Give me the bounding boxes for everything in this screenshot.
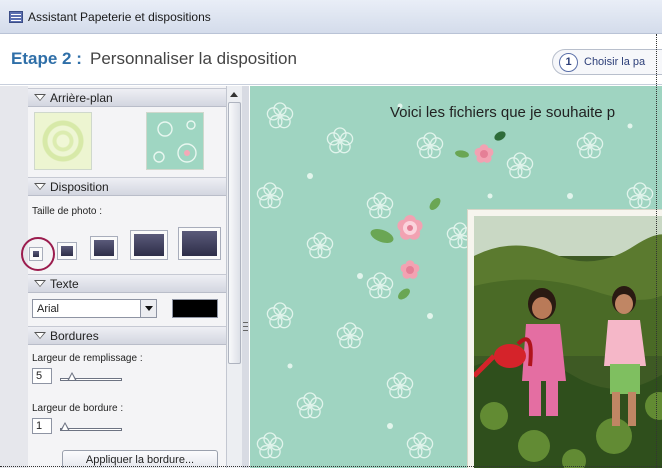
photo-size-label: Taille de photo : — [32, 206, 103, 217]
collapse-triangle-icon — [34, 183, 46, 190]
text-color-swatch[interactable] — [172, 299, 218, 318]
photo-frame[interactable] — [467, 209, 662, 468]
step-header: Etape 2 : Personnaliser la disposition 1… — [0, 35, 662, 85]
border-width-slider-handle[interactable] — [60, 422, 70, 431]
section-text-label: Texte — [50, 277, 79, 291]
section-layout-header[interactable]: Disposition — [28, 177, 226, 196]
fill-width-slider-handle[interactable] — [67, 372, 77, 381]
font-select-value: Arial — [37, 303, 60, 315]
section-borders-label: Bordures — [50, 329, 99, 343]
pink-flower-small — [455, 131, 506, 163]
canvas-headline[interactable]: Voici les fichiers que je souhaite p — [390, 104, 615, 121]
scroll-up-arrow-icon[interactable] — [230, 92, 238, 97]
app-icon — [9, 11, 23, 23]
photo-size-m-button[interactable] — [90, 236, 118, 260]
window-title: Assistant Papeterie et dispositions — [28, 10, 211, 24]
section-borders-header[interactable]: Bordures — [28, 326, 226, 345]
section-text-header[interactable]: Texte — [28, 274, 226, 293]
section-background-header[interactable]: Arrière-plan — [28, 88, 226, 107]
step-label: Etape 2 : — [11, 49, 82, 69]
step-number-label: Etape 2 — [11, 49, 72, 68]
chevron-down-icon[interactable] — [140, 300, 156, 317]
step-title: Personnaliser la disposition — [90, 49, 297, 68]
scrollbar-thumb[interactable] — [228, 102, 241, 364]
photo-size-xl-button[interactable] — [178, 227, 221, 260]
canvas-bottom-guide — [0, 466, 662, 467]
layout-canvas[interactable]: Voici les fichiers que je souhaite p — [250, 86, 662, 468]
garden-photo-image — [474, 216, 662, 468]
splitter-grip-icon — [243, 322, 248, 331]
collapse-triangle-icon — [34, 280, 46, 287]
pink-flower-medium — [398, 260, 420, 300]
border-width-label: Largeur de bordure : — [32, 403, 124, 414]
step-separator: : — [76, 49, 82, 68]
window-title-bar[interactable]: Assistant Papeterie et dispositions — [0, 0, 662, 34]
flower-pattern-icon — [153, 120, 197, 163]
garden-photo[interactable] — [474, 216, 662, 468]
border-width-field[interactable]: 1 — [32, 418, 52, 434]
photo-size-l-button[interactable] — [130, 230, 168, 260]
highlight-circle — [21, 237, 55, 271]
step-number-badge: 1 — [559, 53, 578, 72]
collapse-triangle-icon — [34, 332, 46, 339]
fill-width-label: Largeur de remplissage : — [32, 353, 143, 364]
step-1-label: Choisir la pa — [584, 56, 646, 68]
collapse-triangle-icon — [34, 94, 46, 101]
step-1-link[interactable]: 1 Choisir la pa — [552, 49, 662, 75]
photo-size-s-button[interactable] — [57, 242, 77, 260]
font-select[interactable]: Arial — [32, 299, 157, 318]
section-background-label: Arrière-plan — [50, 91, 113, 105]
canvas-edge-guide — [656, 34, 657, 468]
panel-splitter[interactable] — [242, 86, 249, 468]
background-thumbnail-flowers[interactable] — [146, 112, 204, 170]
panel-scrollbar[interactable] — [226, 86, 242, 468]
background-thumbnail-green-swirl[interactable] — [34, 112, 92, 170]
fill-width-field[interactable]: 5 — [32, 368, 52, 384]
section-layout-label: Disposition — [50, 180, 109, 194]
